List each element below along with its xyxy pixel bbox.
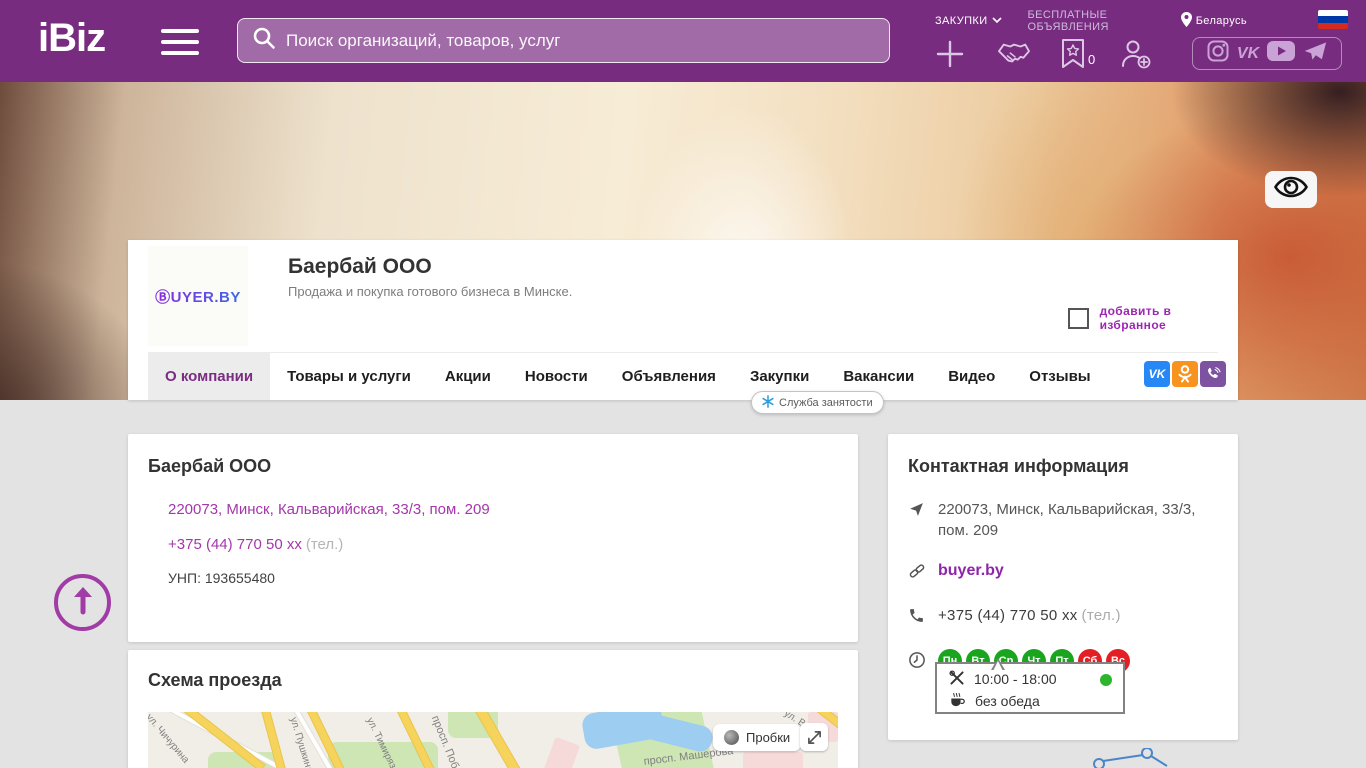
header-icons: 0	[935, 36, 1151, 72]
search-bar	[237, 18, 890, 63]
nav-zakupki-label: ЗАКУПКИ	[935, 15, 988, 27]
contact-info-card: Контактная информация 220073, Минск, Кал…	[888, 434, 1238, 740]
clock-icon	[908, 651, 926, 675]
top-header: iBiz ЗАКУПКИ БЕСПЛАТНЫЕ ОБЪЯВЛЕНИЯ Белар…	[0, 0, 1366, 82]
page: iBiz ЗАКУПКИ БЕСПЛАТНЫЕ ОБЪЯВЛЕНИЯ Белар…	[0, 0, 1366, 768]
chevron-down-icon	[992, 15, 1002, 27]
network-illustration	[1085, 748, 1175, 768]
odnoklassniki-icon[interactable]	[1172, 361, 1198, 387]
location-pin-icon	[1181, 12, 1192, 30]
company-social-links: VK	[1144, 361, 1226, 387]
nav-free-ads[interactable]: БЕСПЛАТНЫЕ ОБЪЯВЛЕНИЯ	[1028, 9, 1149, 33]
schedule-hours-row: 10:00 - 18:00	[949, 668, 1113, 690]
user-register-icon[interactable]	[1119, 38, 1151, 70]
scroll-to-top-button[interactable]	[54, 574, 111, 631]
tab-news[interactable]: Новости	[508, 353, 605, 400]
nav-free-ads-label: БЕСПЛАТНЫЕ ОБЪЯВЛЕНИЯ	[1028, 9, 1149, 33]
search-icon	[252, 26, 286, 55]
tab-promotions[interactable]: Акции	[428, 353, 508, 400]
header-social-links: VK	[1192, 37, 1342, 70]
contact-phone-number[interactable]: +375 (44) 770 50 xx	[938, 607, 1078, 624]
coffee-cup-icon	[949, 692, 966, 711]
tab-ads[interactable]: Объявления	[605, 353, 733, 400]
add-plus-icon[interactable]	[935, 39, 965, 69]
contact-address-row: 220073, Минск, Кальварийская, 33/3, пом.…	[908, 499, 1218, 541]
contact-phone-note: (тел.)	[1082, 607, 1121, 624]
about-phone-note: (тел.)	[306, 536, 343, 553]
contact-phone[interactable]: +375 (44) 770 50 xx(тел.)	[938, 605, 1121, 626]
company-description: Продажа и покупка готового бизнеса в Мин…	[288, 284, 572, 299]
about-title: Баербай ООО	[148, 456, 271, 477]
gov-asterisk-icon	[762, 395, 774, 411]
search-input[interactable]	[286, 31, 875, 51]
add-to-favorites[interactable]: добавить в избранное	[1068, 304, 1238, 332]
company-logo-text: ⒷUYER.BY	[155, 286, 241, 307]
vk-icon[interactable]: VK	[1237, 45, 1259, 63]
contact-phone-row: +375 (44) 770 50 xx(тел.)	[908, 605, 1218, 630]
youtube-icon[interactable]	[1267, 41, 1295, 66]
tab-products[interactable]: Товары и услуги	[270, 353, 428, 400]
map-title: Схема проезда	[148, 670, 282, 691]
nav-zakupki[interactable]: ЗАКУПКИ	[935, 15, 1002, 27]
phone-icon	[908, 607, 926, 630]
vacancy-tooltip-label: Служба занятости	[779, 397, 873, 409]
link-icon	[908, 562, 926, 586]
company-tabs: О компании Товары и услуги Акции Новости…	[148, 352, 1218, 400]
contact-website-row: buyer.by	[908, 560, 1218, 586]
schedule-tooltip: 10:00 - 18:00 без обеда	[935, 662, 1125, 714]
telegram-icon[interactable]	[1303, 40, 1327, 67]
about-unp: УНП: 193655480	[168, 570, 275, 586]
company-header-card: ⒷUYER.BY Баербай ООО Продажа и покупка г…	[128, 240, 1238, 400]
about-phone[interactable]: +375 (44) 770 50 xx(тел.)	[168, 536, 343, 553]
traffic-label: Пробки	[746, 730, 790, 745]
arrow-up-icon	[70, 585, 96, 620]
map-building	[743, 752, 803, 768]
tab-about[interactable]: О компании	[148, 353, 270, 400]
map-building	[542, 737, 580, 768]
favorite-checkbox[interactable]	[1068, 308, 1089, 329]
accessibility-eye-button[interactable]	[1265, 171, 1317, 208]
handshake-icon[interactable]	[995, 39, 1033, 69]
tools-icon	[949, 670, 965, 689]
schedule-lunch: без обеда	[975, 693, 1040, 709]
website-link[interactable]: buyer.by	[938, 560, 1004, 581]
schedule-hours: 10:00 - 18:00	[974, 671, 1057, 687]
site-logo[interactable]: iBiz	[38, 16, 105, 61]
eye-icon	[1274, 176, 1308, 203]
tab-reviews[interactable]: Отзывы	[1012, 353, 1107, 400]
contact-address: 220073, Минск, Кальварийская, 33/3, пом.…	[938, 499, 1218, 541]
favorite-label: добавить в избранное	[1100, 304, 1238, 332]
company-name: Баербай ООО	[288, 255, 432, 279]
navigation-arrow-icon	[908, 501, 926, 524]
open-status-dot	[1100, 674, 1112, 686]
language-flag-ru[interactable]	[1318, 10, 1348, 29]
tab-video[interactable]: Видео	[931, 353, 1012, 400]
traffic-icon	[724, 730, 739, 745]
schedule-lunch-row: без обеда	[949, 690, 1113, 712]
street-label: ул. Чичурина	[148, 712, 191, 766]
map-canvas[interactable]: ул. Чичурина ул. Пушкина ул. Тимиряз про…	[148, 712, 838, 768]
about-address-link[interactable]: 220073, Минск, Кальварийская, 33/3, пом.…	[168, 501, 490, 518]
about-phone-number[interactable]: +375 (44) 770 50 xx	[168, 536, 302, 553]
instagram-icon[interactable]	[1207, 40, 1229, 67]
viber-icon[interactable]	[1200, 361, 1226, 387]
favorites-count: 0	[1088, 52, 1095, 67]
map-expand-button[interactable]	[800, 723, 828, 751]
vacancy-service-tooltip: Служба занятости	[751, 391, 884, 414]
contact-title: Контактная информация	[908, 456, 1218, 477]
country-label: Беларусь	[1196, 15, 1247, 27]
menu-burger-icon[interactable]	[161, 29, 199, 55]
vk-share-icon[interactable]: VK	[1144, 361, 1170, 387]
about-company-card: Баербай ООО 220073, Минск, Кальварийская…	[128, 434, 858, 642]
traffic-toggle-button[interactable]: Пробки	[713, 724, 801, 751]
company-logo: ⒷUYER.BY	[148, 246, 248, 346]
country-selector[interactable]: Беларусь	[1181, 12, 1247, 30]
header-top-nav: ЗАКУПКИ БЕСПЛАТНЫЕ ОБЪЯВЛЕНИЯ Беларусь	[935, 13, 1355, 29]
bookmark-favorites-icon[interactable]: 0	[1061, 39, 1095, 69]
map-card: Схема проезда ул. Чичурина ул. Пушкина у…	[128, 650, 858, 768]
